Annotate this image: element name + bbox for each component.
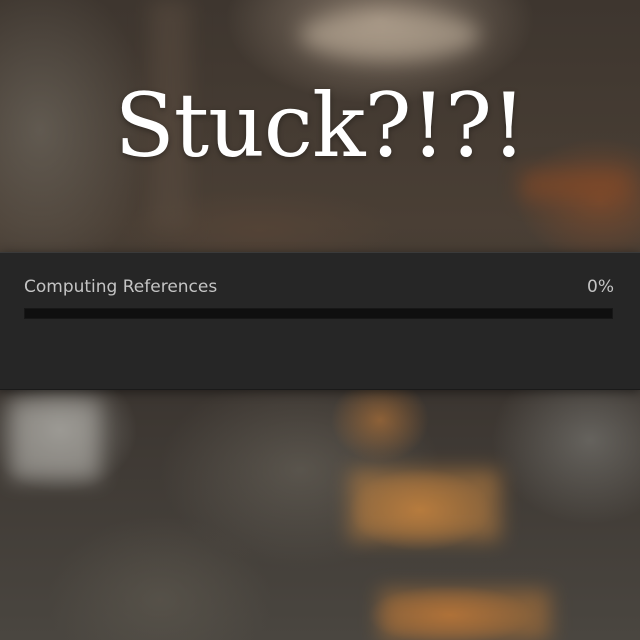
task-label: Computing References — [24, 277, 218, 297]
progress-header: Computing References 0% — [24, 275, 614, 299]
screen: Stuck?!?! Computing References 0% — [0, 0, 640, 640]
progress-dialog: Computing References 0% — [0, 252, 640, 390]
percent-label: 0% — [587, 277, 614, 297]
background-floor-tile — [350, 470, 500, 540]
background-floor-tile — [380, 590, 550, 640]
caption-title: Stuck?!?! — [114, 74, 526, 177]
background-machine — [10, 400, 100, 480]
background-light-fixture — [300, 10, 480, 60]
progress-bar — [24, 308, 613, 319]
